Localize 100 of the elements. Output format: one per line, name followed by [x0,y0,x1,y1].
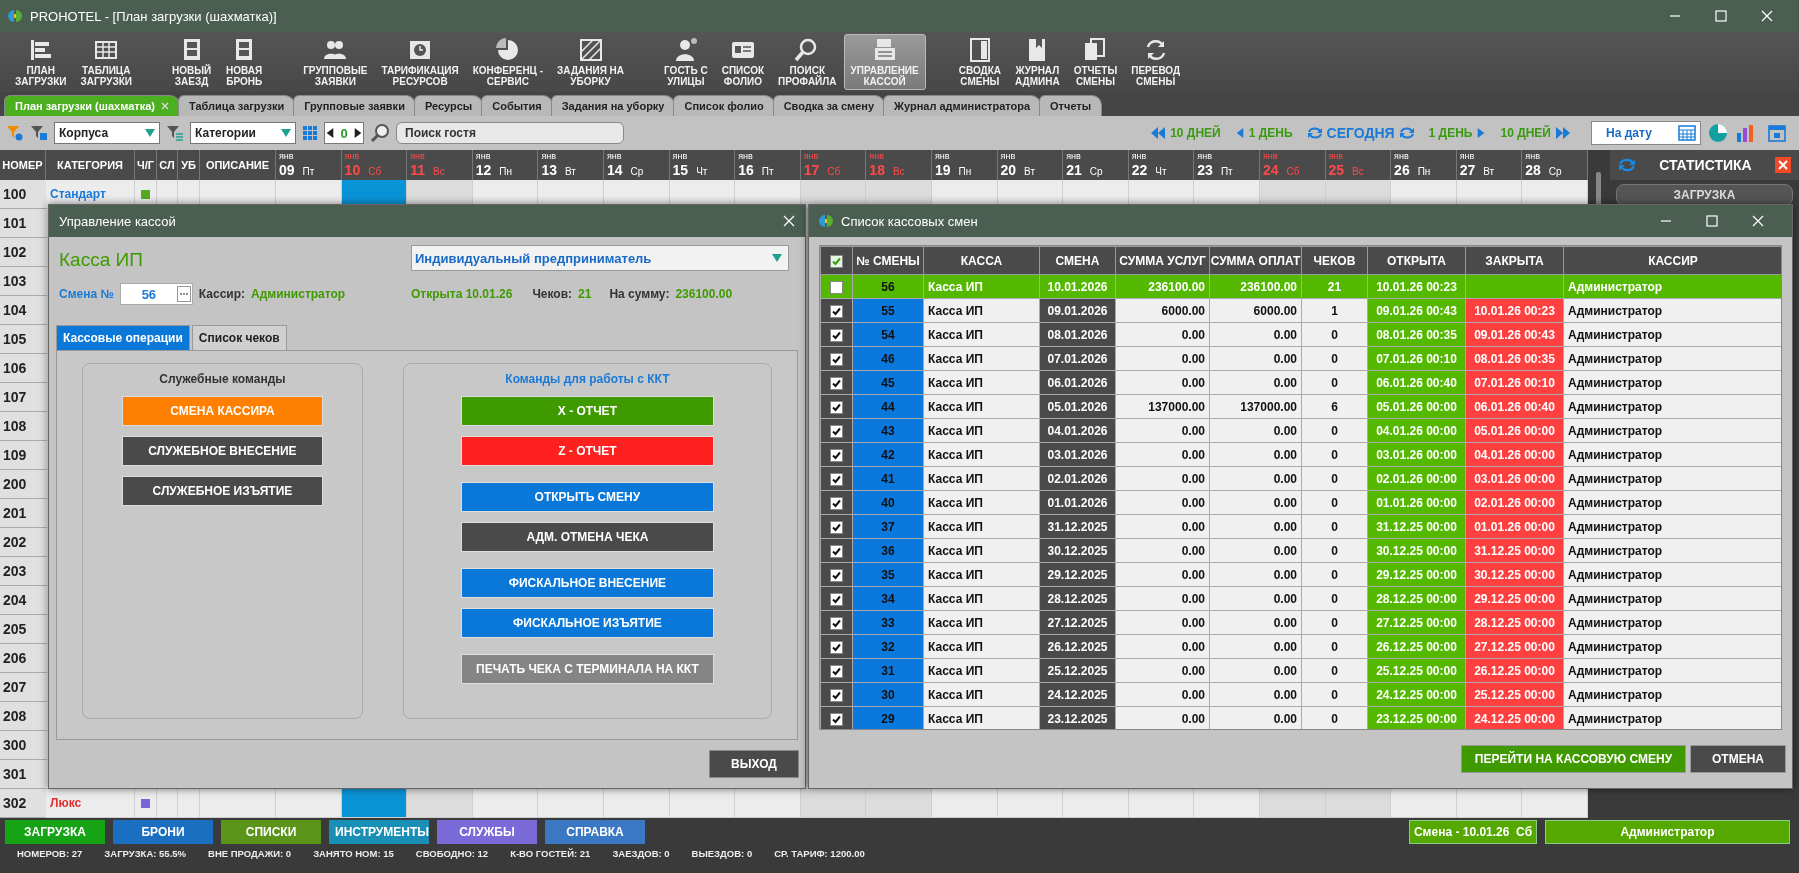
module-button[interactable]: ИНСТРУМЕНТЫ [329,820,429,844]
filter-icon[interactable] [30,124,48,142]
tab[interactable]: Отчеты [1039,95,1103,116]
tab[interactable]: Список фолио [673,95,775,116]
day-cell[interactable] [1456,789,1523,818]
checkbox[interactable] [830,472,843,486]
module-button[interactable]: БРОНИ [113,820,213,844]
checkbox[interactable] [830,280,843,294]
exit-button[interactable]: ВЫХОД [709,750,799,778]
go-to-shift-button[interactable]: ПЕРЕЙТИ НА КАССОВУЮ СМЕНУ [1461,745,1686,773]
tab[interactable]: Задания на уборку [550,95,676,116]
module-button[interactable]: СПИСКИ [221,820,321,844]
day-cell[interactable] [997,789,1064,818]
day-cell[interactable] [1063,789,1129,818]
checkbox[interactable] [830,520,843,534]
checkbox[interactable] [830,712,843,726]
toolbar-button[interactable]: ТАРИФИКАЦИЯ РЕСУРСОВ [374,34,466,90]
day-cell[interactable] [669,789,736,818]
day-cell[interactable] [866,789,932,818]
toolbar-button[interactable]: ГОСТЬ С УЛИЦЫ [657,34,715,90]
date-picker-button[interactable]: На дату [1591,121,1701,145]
toolbar-button[interactable]: ПЕРЕВОД СМЕНЫ [1124,34,1188,90]
checkbox[interactable] [830,352,843,366]
tab[interactable]: Журнал администратора [883,95,1042,116]
checkbox[interactable] [830,448,843,462]
checkbox[interactable] [830,304,843,318]
toolbar-button[interactable]: ЗАДАНИЯ НА УБОРКУ [550,34,632,90]
tab[interactable]: Сводка за смену [772,95,886,116]
toolbar-button[interactable]: ЖУРНАЛ АДМИНА [1008,34,1067,90]
shift-number-field[interactable]: 56 [119,283,193,305]
close-icon[interactable] [1775,157,1791,173]
day-cell[interactable] [472,789,539,818]
toolbar-button[interactable]: СВОДКА СМЕНЫ [951,34,1008,90]
day-cell[interactable] [800,789,867,818]
day-cell[interactable] [276,789,342,818]
day-cell[interactable] [1259,789,1326,818]
maximize-icon[interactable] [1715,10,1727,22]
day-cell[interactable] [735,789,801,818]
checkbox[interactable] [830,616,843,630]
entity-dropdown[interactable]: Индивидуальный предприниматель [411,245,789,271]
search-icon[interactable] [370,123,390,143]
toolbar-button[interactable]: ТАБЛИЦА ЗАГРУЗКИ [73,34,139,90]
checkbox[interactable] [830,688,843,702]
toolbar-button[interactable]: ГРУППОВЫЕ ЗАЯВКИ [296,34,375,90]
toolbar-button[interactable]: КОНФЕРЕНЦ - СЕРВИС [465,34,551,90]
command-button[interactable]: X - ОТЧЕТ [460,396,714,426]
checkbox[interactable] [830,400,843,414]
module-button[interactable]: СЛУЖБЫ [437,820,537,844]
checkbox[interactable] [830,664,843,678]
maximize-icon[interactable] [1706,215,1718,227]
cancel-button[interactable]: ОТМЕНА [1690,745,1786,773]
sync-icon[interactable] [1617,157,1636,173]
command-button[interactable]: СЛУЖЕБНОЕ ИЗЪЯТИЕ [121,476,323,506]
command-button[interactable]: ФИСКАЛЬНОЕ ИЗЪЯТИЕ [460,608,714,638]
day-cell[interactable] [1128,789,1195,818]
toolbar-button[interactable]: ПЛАН ЗАГРУЗКИ [8,34,74,90]
command-button[interactable]: ОТКРЫТЬ СМЕНУ [460,482,714,512]
command-button[interactable]: ФИСКАЛЬНОЕ ВНЕСЕНИЕ [460,568,714,598]
toolbar-button[interactable]: СПИСОК ФОЛИО [714,34,772,90]
checkbox[interactable] [830,376,843,390]
checkbox[interactable] [830,496,843,510]
toolbar-button[interactable]: УПРАВЛЕНИЕ КАССОЙ [843,34,926,90]
checkbox[interactable] [830,328,843,342]
tab[interactable]: Ресурсы [413,95,484,116]
command-button[interactable]: СЛУЖЕБНОЕ ВНЕСЕНИЕ [121,436,323,466]
day-cell[interactable] [1391,789,1457,818]
search-field[interactable]: Поиск гостя [396,122,624,144]
checkbox[interactable] [830,424,843,438]
building-dropdown[interactable]: Корпуса [54,122,160,144]
bar-chart-icon[interactable] [1735,123,1755,143]
command-button[interactable]: АДМ. ОТМЕНА ЧЕКА [460,522,714,552]
toolbar-button[interactable]: ПОИСК ПРОФАЙЛА [771,34,844,90]
toolbar-button[interactable]: НОВЫЙ ЗАЕЗД [164,34,219,90]
category-dropdown[interactable]: Категории [190,122,296,144]
command-button[interactable]: ПЕЧАТЬ ЧЕКА С ТЕРМИНАЛА НА ККТ [460,654,714,684]
checkbox[interactable] [830,568,843,582]
day-cell[interactable] [538,789,604,818]
command-button[interactable]: Z - ОТЧЕТ [460,436,714,466]
number-stepper[interactable]: 0 [324,122,364,144]
tab[interactable]: События [481,95,553,116]
day-cell[interactable] [407,789,473,818]
booking-block[interactable] [341,789,408,818]
day-cell[interactable] [931,789,998,818]
checkbox[interactable] [830,544,843,558]
day-cell[interactable] [1194,789,1260,818]
day-cell[interactable] [1522,789,1588,818]
checkbox[interactable] [830,640,843,654]
tab[interactable]: Список чеков [191,325,287,350]
checkbox[interactable] [830,254,843,268]
pie-chart-icon[interactable] [1707,122,1729,144]
filter-icon[interactable] [166,124,184,142]
load-button[interactable]: ЗАГРУЗКА [1615,184,1793,206]
tab[interactable]: Групповые заявки [293,95,416,116]
module-button[interactable]: СПРАВКА [545,820,645,844]
toolbar-button[interactable]: ОТЧЕТЫ СМЕНЫ [1066,34,1125,90]
tab[interactable]: Кассовые операции [56,325,190,350]
tab[interactable]: Таблица загрузки [177,95,296,116]
toolbar-button[interactable]: НОВАЯ БРОНЬ [218,34,271,90]
checkbox[interactable] [830,592,843,606]
day-cell[interactable] [603,789,670,818]
